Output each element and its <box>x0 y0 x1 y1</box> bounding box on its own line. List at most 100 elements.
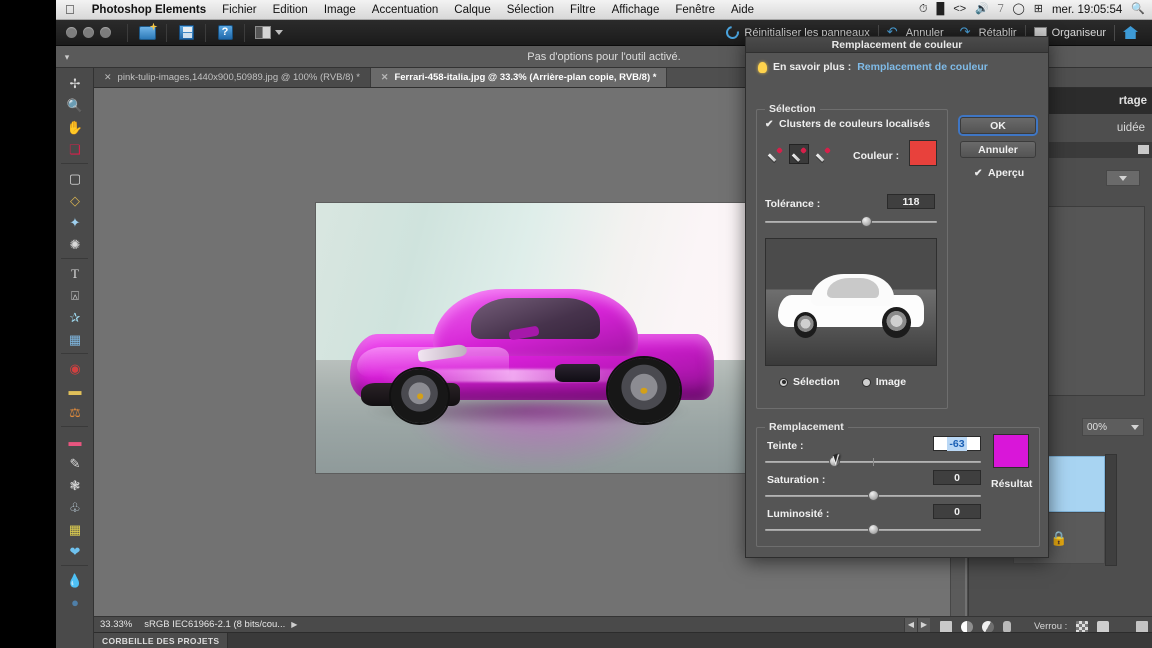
menu-item-accentuation[interactable]: Accentuation <box>364 4 447 16</box>
close-button[interactable] <box>66 27 77 38</box>
wifi-icon[interactable]: ◯ <box>1012 4 1024 15</box>
hue-field[interactable]: -63 <box>933 436 981 451</box>
saturation-slider[interactable] <box>765 490 981 502</box>
apple-logo-icon[interactable]:  <box>56 3 84 16</box>
menu-item-edition[interactable]: Edition <box>265 4 316 16</box>
preview-mode-image-radio[interactable]: Image <box>862 376 906 388</box>
type-tool[interactable]: T <box>56 262 94 284</box>
gradient-tool[interactable]: ▦ <box>56 518 94 540</box>
bluetooth-icon[interactable]: ᜪ <box>998 4 1004 15</box>
shape-tool[interactable]: ❤ <box>56 540 94 562</box>
tolerance-field[interactable]: 118 <box>887 194 935 209</box>
blur-tool[interactable]: 💧 <box>56 569 94 591</box>
image-canvas[interactable] <box>316 203 748 473</box>
selection-brush-tool[interactable]: ✺ <box>56 233 94 255</box>
menu-item-calque[interactable]: Calque <box>446 4 498 16</box>
input-menu-icon[interactable]: ⊞ <box>1034 4 1043 15</box>
timemachine-icon[interactable]: ⏱ <box>919 4 928 15</box>
clone-stamp-tool[interactable]: ⚖ <box>56 401 94 423</box>
open-button[interactable] <box>134 23 160 42</box>
saturation-field[interactable]: 0 <box>933 470 981 485</box>
crop-tool[interactable]: ⍓ <box>56 284 94 306</box>
menu-item-fenetre[interactable]: Fenêtre <box>667 4 723 16</box>
eyedropper-tool[interactable]: ❏ <box>56 138 94 160</box>
recompose-tool[interactable]: ▦ <box>56 328 94 350</box>
ok-button[interactable]: OK <box>960 117 1036 134</box>
status-expand-icon[interactable]: ▶ <box>291 620 297 629</box>
marquee-tool[interactable]: ▢ <box>56 167 94 189</box>
link-icon[interactable] <box>1003 621 1011 633</box>
eraser-tool[interactable]: ▬ <box>56 430 94 452</box>
move-tool[interactable]: ✢ <box>56 72 94 94</box>
brush-tool[interactable]: ✎ <box>56 452 94 474</box>
document-tab-pink-tulip[interactable]: ✕ pink-tulip-images,1440x900,50989.jpg @… <box>94 68 371 87</box>
minimize-button[interactable] <box>83 27 94 38</box>
tolerance-value: 118 <box>903 196 920 208</box>
color-swatch[interactable] <box>909 140 937 166</box>
lock-transparency-icon[interactable] <box>1076 621 1088 633</box>
zoom-level-field[interactable]: 00% <box>1082 418 1144 436</box>
menu-bar-clock[interactable]: mer. 19:05:54 <box>1052 4 1122 16</box>
save-button[interactable] <box>173 23 199 42</box>
project-bin-tab[interactable]: CORBEILLE DES PROJETS <box>94 633 228 648</box>
smart-brush-tool[interactable]: ❃ <box>56 474 94 496</box>
new-layer-icon[interactable] <box>940 621 952 633</box>
help-button[interactable]: ? <box>212 23 238 42</box>
tolerance-slider[interactable] <box>765 216 937 228</box>
mask-icon[interactable] <box>982 621 994 633</box>
menu-item-photoshop-elements[interactable]: Photoshop Elements <box>84 4 214 16</box>
menu-item-selection[interactable]: Sélection <box>499 4 562 16</box>
volume-icon[interactable]: 🔊 <box>975 4 989 15</box>
red-eye-tool[interactable]: ◉ <box>56 357 94 379</box>
search-icon[interactable]: 🔍 <box>1131 4 1145 15</box>
menu-item-image[interactable]: Image <box>316 4 364 16</box>
zoom-button[interactable] <box>100 27 111 38</box>
eyedropper-add-icon[interactable] <box>789 144 809 164</box>
learn-more-link[interactable]: Remplacement de couleur <box>857 61 988 73</box>
lightness-field[interactable]: 0 <box>933 504 981 519</box>
menu-item-affichage[interactable]: Affichage <box>604 4 668 16</box>
cookie-cutter-tool[interactable]: ✰ <box>56 306 94 328</box>
sponge-tool[interactable]: ● <box>56 591 94 613</box>
eyedropper-subtract-icon[interactable] <box>813 144 833 164</box>
menu-item-aide[interactable]: Aide <box>723 4 762 16</box>
adjustment-layer-icon[interactable] <box>961 621 973 633</box>
close-icon[interactable]: ✕ <box>381 72 389 83</box>
paint-bucket-tool[interactable]: ♧ <box>56 496 94 518</box>
localized-clusters-checkbox[interactable]: ✔ Clusters de couleurs localisés <box>765 118 930 130</box>
panel-menu-icon[interactable] <box>1138 145 1149 154</box>
selection-preview[interactable] <box>765 238 937 366</box>
menu-item-fichier[interactable]: Fichier <box>214 4 265 16</box>
slider-knob[interactable] <box>861 216 872 227</box>
code-icon[interactable]: <> <box>953 4 966 15</box>
scroll-left-button[interactable]: ◀ <box>904 618 917 632</box>
healing-brush-tool[interactable]: ▬ <box>56 379 94 401</box>
localized-clusters-label: Clusters de couleurs localisés <box>779 118 930 130</box>
trash-icon[interactable] <box>1136 621 1148 633</box>
menu-item-filtre[interactable]: Filtre <box>562 4 604 16</box>
document-tab-ferrari[interactable]: ✕ Ferrari-458-italia.jpg @ 33.3% (Arrièr… <box>371 68 668 87</box>
lightness-slider[interactable] <box>765 524 981 536</box>
lock-all-icon[interactable] <box>1097 621 1109 633</box>
home-button[interactable] <box>1115 26 1146 39</box>
layout-button[interactable] <box>251 23 287 42</box>
cancel-button[interactable]: Annuler <box>960 141 1036 158</box>
panel-dropdown[interactable] <box>1106 170 1140 186</box>
hand-tool[interactable]: ✋ <box>56 116 94 138</box>
magic-wand-tool[interactable]: ✦ <box>56 211 94 233</box>
eyedropper-sample-icon[interactable] <box>765 144 785 164</box>
preview-checkbox[interactable]: ✔ Aperçu <box>974 167 1024 179</box>
slider-knob[interactable] <box>868 524 879 535</box>
zoom-tool[interactable]: 🔍 <box>56 94 94 116</box>
lasso-tool[interactable]: ◇ <box>56 189 94 211</box>
hue-slider[interactable] <box>765 456 981 468</box>
preview-mode-selection-radio[interactable]: Sélection <box>779 376 840 388</box>
dialog-title[interactable]: Remplacement de couleur <box>746 37 1048 53</box>
slider-knob[interactable] <box>868 490 879 501</box>
tool-divider <box>61 426 88 427</box>
display-icon[interactable]: █ <box>937 4 945 15</box>
options-collapse-icon[interactable]: ▾ <box>60 50 74 64</box>
close-icon[interactable]: ✕ <box>104 72 112 83</box>
scroll-right-button[interactable]: ▶ <box>917 618 930 632</box>
status-zoom-value[interactable]: 33.33% <box>94 619 138 630</box>
